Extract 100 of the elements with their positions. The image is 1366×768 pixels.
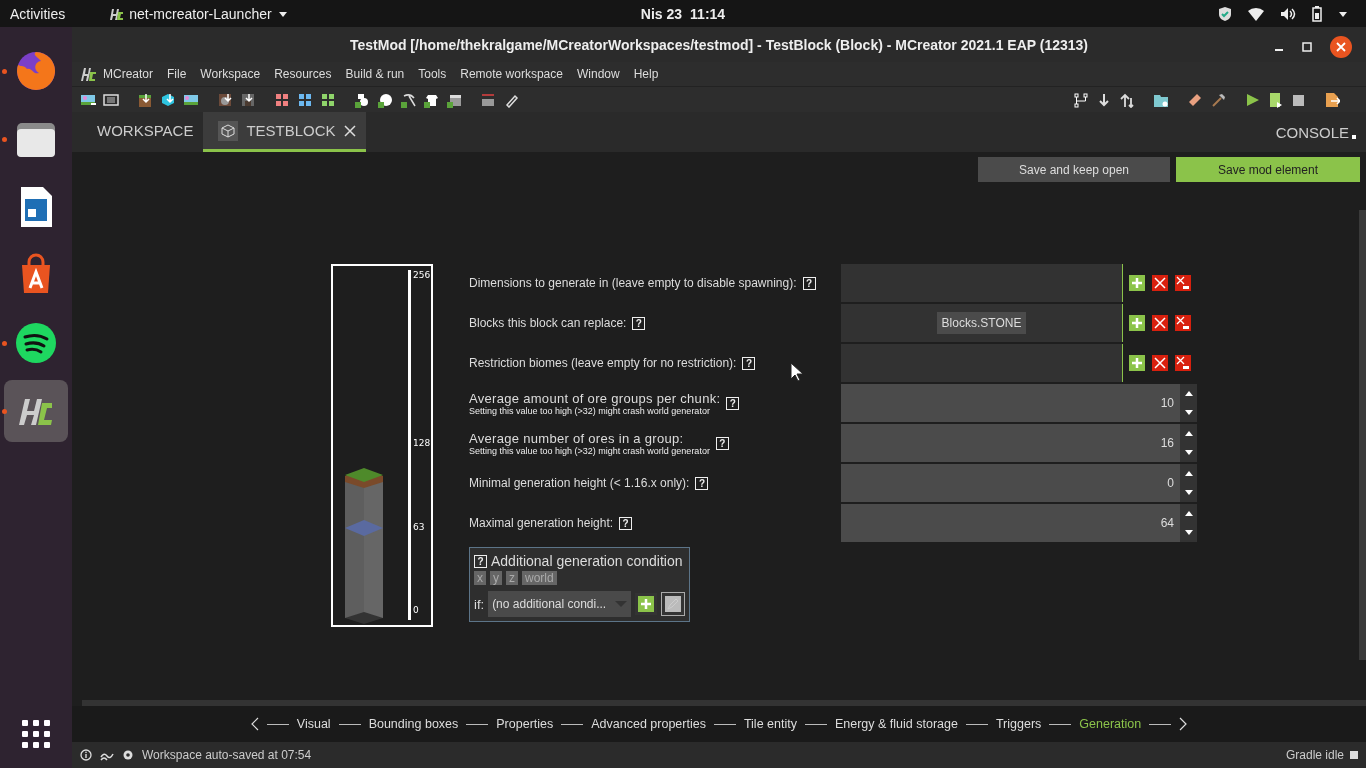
tile-grid-icon[interactable]	[274, 91, 290, 108]
step-down-button[interactable]	[1184, 530, 1193, 535]
clock[interactable]: Nis 23 11:14	[640, 5, 726, 22]
help-icon[interactable]: ?	[802, 276, 816, 290]
number-field[interactable]: 16	[841, 424, 1180, 462]
app-logo-icon	[109, 6, 124, 21]
menu-item[interactable]: Window	[569, 67, 627, 81]
save-icon[interactable]	[240, 91, 256, 108]
app-menu[interactable]: net-mcreator-Launcher	[129, 5, 272, 22]
status-square-icon	[1352, 135, 1356, 139]
field-label: Minimal generation height (< 1.16.x only):	[469, 476, 690, 490]
help-icon[interactable]: ?	[715, 436, 729, 450]
wizard-step[interactable]: Triggers	[995, 717, 1042, 731]
help-icon[interactable]: ?	[632, 316, 646, 330]
tile-grid-icon[interactable]	[297, 91, 313, 108]
window-title: TestMod [/home/thekralgame/MCreatorWorkspaces/testmod] - TestBlock (Block) - MCreator 2021.1 EAP (12313)	[349, 36, 1089, 53]
help-icon[interactable]: ?	[695, 476, 709, 490]
menu-item[interactable]: Build & run	[338, 67, 412, 81]
wizard-step[interactable]: Tile entity	[743, 717, 797, 731]
tab[interactable]: TESTBLOCK	[203, 112, 366, 152]
hammer-icon[interactable]	[1210, 91, 1226, 108]
branch-icon[interactable]	[1073, 91, 1089, 108]
scroll-bar[interactable]	[1359, 210, 1366, 660]
dirt-block-icon[interactable]	[137, 91, 153, 108]
close-icon[interactable]	[1330, 36, 1352, 58]
activities-button[interactable]: Activities	[10, 5, 66, 22]
wizard-step[interactable]: Energy & fluid storage	[834, 717, 958, 731]
clear-all-button[interactable]	[1175, 275, 1191, 291]
creature-add-icon[interactable]	[354, 91, 370, 108]
clear-all-button[interactable]	[1175, 355, 1191, 371]
resize-icon[interactable]	[480, 91, 496, 108]
condition-dropdown[interactable]: (no additional condi...	[488, 591, 631, 617]
remove-button[interactable]	[1152, 355, 1168, 371]
number-field[interactable]: 64	[841, 504, 1180, 542]
list-field[interactable]	[841, 344, 1123, 382]
menu-item[interactable]: Resources	[267, 67, 339, 81]
speaker-icon[interactable]	[1280, 6, 1296, 21]
shield-icon[interactable]	[1218, 5, 1232, 22]
step-down-button[interactable]	[1184, 490, 1193, 495]
gradle-status: Gradle idle	[1285, 748, 1344, 762]
save-keep-open-button[interactable]: Save and keep open	[978, 157, 1170, 182]
menu-item[interactable]: File	[160, 67, 194, 81]
menu-item[interactable]: Tools	[411, 67, 454, 81]
info-icon[interactable]	[80, 749, 92, 761]
step-up-button[interactable]	[1184, 511, 1193, 516]
sort-icon[interactable]	[1119, 91, 1135, 108]
apps-grid-icon[interactable]	[22, 720, 50, 748]
step-up-button[interactable]	[1184, 391, 1193, 396]
list-field[interactable]	[841, 264, 1123, 302]
mouse-pointer-icon	[790, 362, 804, 382]
orb-icon[interactable]	[160, 91, 176, 108]
number-field[interactable]: 0	[841, 464, 1180, 502]
close-icon[interactable]	[343, 124, 356, 137]
menu-item[interactable]: Remote workspace	[453, 67, 570, 81]
film-icon[interactable]	[103, 91, 119, 108]
wizard-step[interactable]: Visual	[296, 717, 331, 731]
wifi-icon[interactable]	[1248, 6, 1264, 21]
run-icon[interactable]	[1244, 91, 1260, 108]
step-down-button[interactable]	[1184, 450, 1193, 455]
wizard-step[interactable]: Bounding boxes	[368, 717, 459, 731]
help-icon[interactable]: ?	[474, 554, 487, 568]
browser-icon	[14, 49, 58, 93]
download-icon[interactable]	[1096, 91, 1112, 108]
menu-item[interactable]: Workspace	[193, 67, 268, 81]
remove-button[interactable]	[1152, 275, 1168, 291]
help-icon[interactable]: ?	[619, 516, 633, 530]
remove-button[interactable]	[1152, 315, 1168, 331]
panel-title: Additional generation condition	[491, 553, 683, 569]
number-field[interactable]: 10	[841, 384, 1180, 422]
next-icon[interactable]	[1179, 717, 1188, 731]
wizard-step[interactable]: Advanced properties	[591, 717, 706, 731]
scroll-bar[interactable]	[82, 700, 1366, 706]
help-icon[interactable]: ?	[742, 356, 756, 370]
help-icon[interactable]: ?	[726, 396, 740, 410]
previous-icon[interactable]	[250, 717, 259, 731]
field-note: Setting this value too high (>32) might crash world generator	[469, 445, 710, 456]
field-label: Restriction biomes (leave empty for no restriction):	[469, 356, 737, 370]
battery-icon[interactable]	[1312, 5, 1322, 22]
clear-all-button[interactable]	[1175, 315, 1191, 331]
list-field[interactable]: Blocks.STONE	[841, 304, 1123, 342]
tab[interactable]: WORKSPACE	[82, 112, 204, 152]
tile-grid-icon[interactable]	[320, 91, 336, 108]
step-up-button[interactable]	[1184, 471, 1193, 476]
maximize-icon[interactable]	[1302, 42, 1312, 52]
edit-button[interactable]	[661, 592, 685, 616]
pickaxe-add-icon[interactable]	[400, 91, 416, 108]
wizard-step[interactable]: Generation	[1079, 717, 1142, 731]
step-up-button[interactable]	[1184, 431, 1193, 436]
export-icon[interactable]	[1324, 91, 1340, 108]
down-icon	[1184, 530, 1193, 535]
menu-item[interactable]: MCreator	[96, 67, 160, 81]
add-button[interactable]	[635, 593, 657, 615]
blob-add-icon[interactable]	[377, 91, 393, 108]
clear-all-icon	[1175, 355, 1191, 371]
save-button[interactable]: Save mod element	[1176, 157, 1360, 182]
document-run-icon[interactable]	[1267, 91, 1283, 108]
menu-item[interactable]: Help	[626, 67, 666, 81]
console-tab[interactable]: CONSOLE	[1275, 123, 1349, 141]
wizard-step[interactable]: Properties	[496, 717, 554, 731]
step-down-button[interactable]	[1184, 410, 1193, 415]
